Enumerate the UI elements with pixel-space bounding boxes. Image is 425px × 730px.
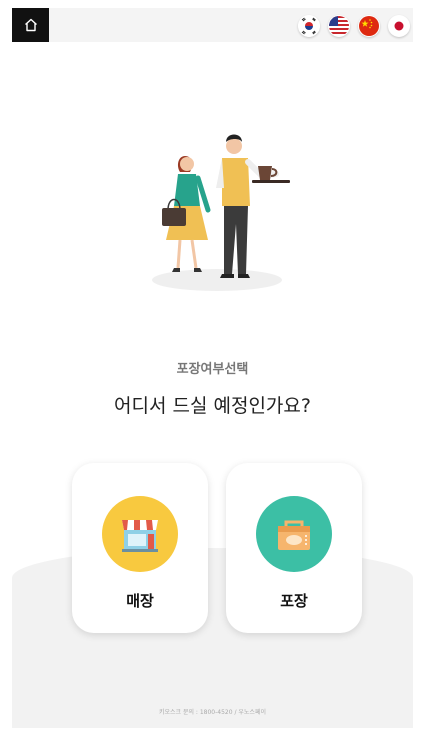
- korean-flag-icon: [298, 15, 320, 37]
- page-title: 어디서 드실 예정인가요?: [114, 395, 311, 417]
- china-flag-icon: [359, 16, 379, 36]
- top-bar: [12, 8, 413, 42]
- footer-contact-text: 키오스크 문의 : 1800-4520 / 우노스페이: [158, 709, 266, 716]
- us-flag-icon: [329, 16, 349, 36]
- kiosk-screen: 포장여부선택 어디서 드실 예정인가요? 매장 포장 키오스크 문의: 180…: [12, 8, 413, 728]
- takeout-option-card[interactable]: 포장: [226, 463, 362, 633]
- dine-in-option-card[interactable]: 매장: [72, 463, 208, 633]
- language-chinese-button[interactable]: [358, 15, 380, 37]
- dine-in-icon-circle: [102, 496, 178, 572]
- takeout-label: 포장: [280, 592, 308, 610]
- language-japanese-button[interactable]: [388, 15, 410, 37]
- home-button[interactable]: [12, 8, 49, 42]
- language-english-button[interactable]: [328, 15, 350, 37]
- takeout-icon-circle: [256, 496, 332, 572]
- japan-flag-icon: [389, 16, 409, 36]
- language-korean-button[interactable]: [298, 15, 320, 37]
- dine-in-label: 매장: [126, 592, 154, 610]
- home-icon: [24, 18, 37, 32]
- store-icon: [122, 520, 158, 552]
- page-subtitle: 포장여부선택: [176, 362, 249, 377]
- couple-with-coffee-illustration: [152, 134, 290, 291]
- takeout-box-icon: [278, 520, 310, 550]
